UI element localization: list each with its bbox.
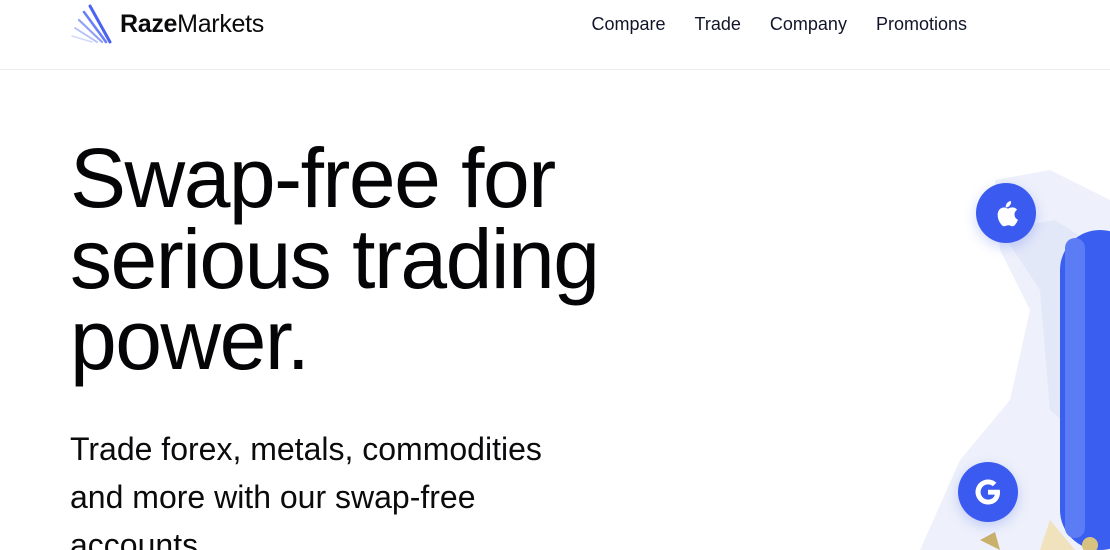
main-nav: Compare Trade Company Promotions <box>563 12 967 36</box>
brand-name-bold: Raze <box>120 9 178 38</box>
google-icon <box>975 479 1000 505</box>
nav-compare[interactable]: Compare <box>592 12 666 36</box>
hero-title: Swap-free for serious trading power. <box>70 136 770 382</box>
google-play-button[interactable] <box>958 462 1018 522</box>
hero-title-line: power. <box>70 293 310 387</box>
brand-logo[interactable]: RazeMarkets <box>70 4 264 44</box>
hero-subtitle-line: accounts. <box>70 527 207 550</box>
hero-title-line: Swap-free for <box>70 131 556 225</box>
site-header: RazeMarkets Compare Trade Company Promot… <box>0 0 1110 70</box>
hero-subtitle-line: and more with our swap-free <box>70 479 476 515</box>
hero-subtitle: Trade forex, metals, commodities and mor… <box>70 425 630 550</box>
nav-company[interactable]: Company <box>770 12 847 36</box>
nav-trade[interactable]: Trade <box>695 12 741 36</box>
logo-mark-icon <box>71 4 112 44</box>
apple-icon <box>997 201 1018 227</box>
hero-title-line: serious trading <box>70 212 600 306</box>
nav-promotions[interactable]: Promotions <box>876 12 967 36</box>
hero-subtitle-line: Trade forex, metals, commodities <box>70 431 542 467</box>
apple-store-button[interactable] <box>976 183 1036 243</box>
brand-name: RazeMarkets <box>120 10 264 39</box>
brand-name-thin: Markets <box>177 9 264 38</box>
hero-illustration <box>900 160 1110 550</box>
